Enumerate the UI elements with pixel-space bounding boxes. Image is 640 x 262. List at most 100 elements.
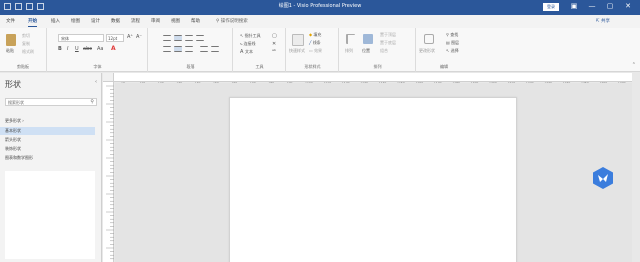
visio-window: 绘图1 - Visio Professional Preview 登录 ▣ — … bbox=[0, 0, 640, 262]
shape-styles-group: 快速样式 ◆ 填充 ╱ 线条 ▭ 效果 形状样式 bbox=[287, 28, 339, 72]
floating-assistant-button[interactable] bbox=[591, 166, 615, 190]
font-name-select[interactable]: 宋体 bbox=[58, 34, 104, 42]
change-shape-button[interactable]: 更改形状 bbox=[419, 48, 435, 54]
grow-font-button[interactable]: A⁺ bbox=[127, 34, 133, 40]
font-color-icon[interactable]: A bbox=[111, 45, 116, 52]
search-icon[interactable]: ⚲ bbox=[90, 99, 94, 105]
group-button[interactable]: 组合 bbox=[380, 48, 388, 54]
shapes-pane-title: 形状 bbox=[5, 80, 21, 89]
shape-search-input[interactable]: 搜索形状 ⚲ bbox=[5, 98, 97, 106]
shrink-font-button[interactable]: A⁻ bbox=[136, 34, 142, 40]
font-group: 宋体 12pt A⁺ A⁻ B I U abc Aa A 字体 bbox=[48, 28, 148, 72]
quick-styles-icon[interactable] bbox=[292, 34, 304, 46]
tab-draw[interactable]: 绘图 bbox=[71, 18, 80, 24]
tab-process[interactable]: 流程 bbox=[131, 18, 140, 24]
align-bottom-icon[interactable] bbox=[185, 35, 193, 41]
font-group-label: 字体 bbox=[93, 64, 102, 69]
tab-review[interactable]: 审阅 bbox=[151, 18, 160, 24]
bold-button[interactable]: B bbox=[58, 46, 62, 52]
change-case-button[interactable]: Aa bbox=[97, 46, 103, 52]
shape-styles-group-label: 形状样式 bbox=[304, 64, 321, 69]
minimize-icon[interactable]: — bbox=[586, 2, 598, 10]
tell-me-search[interactable]: ⚲ 操作说明搜索 bbox=[216, 18, 248, 24]
bring-forward-button[interactable]: 置于顶层 bbox=[380, 32, 396, 38]
align-top-icon[interactable] bbox=[163, 35, 171, 41]
ribbon-tabs: 文件 开始 插入 绘图 设计 数据 流程 审阅 视图 帮助 ⚲ 操作说明搜索 ⇱… bbox=[0, 15, 640, 28]
stencil-basic-shapes[interactable]: 基本形状 bbox=[0, 127, 95, 135]
connector-button[interactable]: ⤷ 连接线 bbox=[240, 41, 256, 47]
copy-button[interactable]: 复制 bbox=[22, 41, 30, 47]
delete-icon[interactable]: ✕ bbox=[272, 41, 276, 47]
align-icon[interactable] bbox=[346, 34, 355, 44]
bullets-icon[interactable] bbox=[196, 35, 204, 41]
stencil-arrow-shapes[interactable]: 箭头形状 bbox=[0, 136, 95, 144]
paragraph-group: 段落 bbox=[149, 28, 233, 72]
tab-help[interactable]: 帮助 bbox=[191, 18, 200, 24]
share-label: 共享 bbox=[601, 19, 610, 24]
increase-indent-icon[interactable] bbox=[211, 46, 219, 52]
tab-data[interactable]: 数据 bbox=[111, 18, 120, 24]
paste-icon[interactable] bbox=[6, 34, 16, 46]
tab-insert[interactable]: 插入 bbox=[51, 18, 60, 24]
cut-button[interactable]: 剪切 bbox=[22, 33, 30, 39]
select-button[interactable]: ↖ 选择 bbox=[446, 48, 459, 54]
text-block-icon[interactable]: ᵃᵇ bbox=[272, 49, 276, 55]
align-right-icon[interactable] bbox=[185, 46, 193, 52]
arrange-group-label: 排列 bbox=[373, 64, 382, 69]
assistant-icon bbox=[593, 167, 613, 189]
align-middle-icon[interactable] bbox=[174, 35, 182, 41]
close-icon[interactable]: ✕ bbox=[622, 2, 634, 10]
fill-button[interactable]: ◆ 填充 bbox=[309, 32, 321, 38]
text-tool-button[interactable]: A 文本 bbox=[240, 49, 253, 55]
stencil-shapes-area[interactable] bbox=[5, 171, 95, 259]
editing-group-label: 编辑 bbox=[440, 64, 448, 69]
font-size-select[interactable]: 12pt bbox=[106, 34, 124, 42]
stencil-decorative-shapes[interactable]: 装饰形状 bbox=[0, 145, 95, 153]
layers-button[interactable]: ▤ 图层 bbox=[446, 40, 459, 46]
more-shapes-button[interactable]: 更多形状 › bbox=[0, 117, 95, 125]
signin-button[interactable]: 登录 bbox=[543, 3, 559, 11]
shapes-pane: 形状 ‹ 搜索形状 ⚲ 更多形状 › 基本形状 箭头形状 装饰形状 图表和数学图… bbox=[0, 73, 102, 262]
strikethrough-button[interactable]: abc bbox=[83, 46, 92, 52]
italic-button[interactable]: I bbox=[67, 46, 68, 52]
tools-group: ↖ 指针工具 ⤷ 连接线 A 文本 ▢ ✕ ᵃᵇ 工具 bbox=[234, 28, 286, 72]
title-bar: 绘图1 - Visio Professional Preview 登录 ▣ — … bbox=[0, 0, 640, 15]
line-button[interactable]: ╱ 线条 bbox=[309, 40, 321, 46]
format-painter-button[interactable]: 格式刷 bbox=[22, 49, 34, 55]
collapse-ribbon-icon[interactable]: ⌃ bbox=[632, 62, 636, 68]
horizontal-ruler[interactable]: 0102030405060708090100110120130140150160… bbox=[114, 73, 632, 88]
vertical-ruler[interactable] bbox=[103, 82, 114, 262]
font-size-value: 12pt bbox=[108, 36, 118, 41]
position-button[interactable]: 位置 bbox=[362, 48, 370, 54]
drawing-page[interactable] bbox=[229, 97, 517, 262]
paste-button[interactable]: 粘贴 bbox=[6, 48, 14, 54]
find-button[interactable]: ⚲ 查找 bbox=[446, 32, 458, 38]
align-center-icon[interactable] bbox=[174, 46, 182, 52]
drawing-canvas[interactable] bbox=[115, 83, 632, 262]
tab-home[interactable]: 开始 bbox=[28, 18, 37, 27]
position-icon[interactable] bbox=[363, 34, 373, 44]
pane-collapse-icon[interactable]: ‹ bbox=[95, 79, 97, 85]
rectangle-icon[interactable]: ▢ bbox=[272, 33, 277, 39]
decrease-indent-icon[interactable] bbox=[200, 46, 208, 52]
stencil-charts-math-shapes[interactable]: 图表和数学图形 bbox=[0, 154, 95, 162]
tab-file[interactable]: 文件 bbox=[6, 18, 15, 24]
pointer-tool-button[interactable]: ↖ 指针工具 bbox=[240, 33, 261, 39]
tell-me-label: 操作说明搜索 bbox=[220, 19, 248, 24]
tab-design[interactable]: 设计 bbox=[91, 18, 100, 24]
font-name-value: 宋体 bbox=[61, 36, 69, 41]
share-button[interactable]: ⇱ 共享 bbox=[596, 18, 610, 24]
send-backward-button[interactable]: 置于底层 bbox=[380, 40, 396, 46]
tab-view[interactable]: 视图 bbox=[171, 18, 180, 24]
quick-styles-button[interactable]: 快速样式 bbox=[289, 48, 305, 54]
editing-group: 更改形状 ⚲ 查找 ▤ 图层 ↖ 选择 编辑 bbox=[417, 28, 471, 72]
vertical-ruler-ticks bbox=[106, 85, 114, 260]
align-button[interactable]: 排列 bbox=[345, 48, 353, 54]
effects-button[interactable]: ▭ 效果 bbox=[309, 48, 322, 54]
change-shape-icon[interactable] bbox=[424, 34, 434, 44]
ribbon: 粘贴 剪切 复制 格式刷 剪贴板 宋体 12pt A⁺ A⁻ B I U abc… bbox=[0, 28, 640, 72]
ribbon-display-icon[interactable]: ▣ bbox=[568, 2, 580, 10]
maximize-icon[interactable]: ▢ bbox=[604, 2, 616, 10]
align-left-icon[interactable] bbox=[163, 46, 171, 52]
underline-button[interactable]: U bbox=[75, 46, 79, 52]
